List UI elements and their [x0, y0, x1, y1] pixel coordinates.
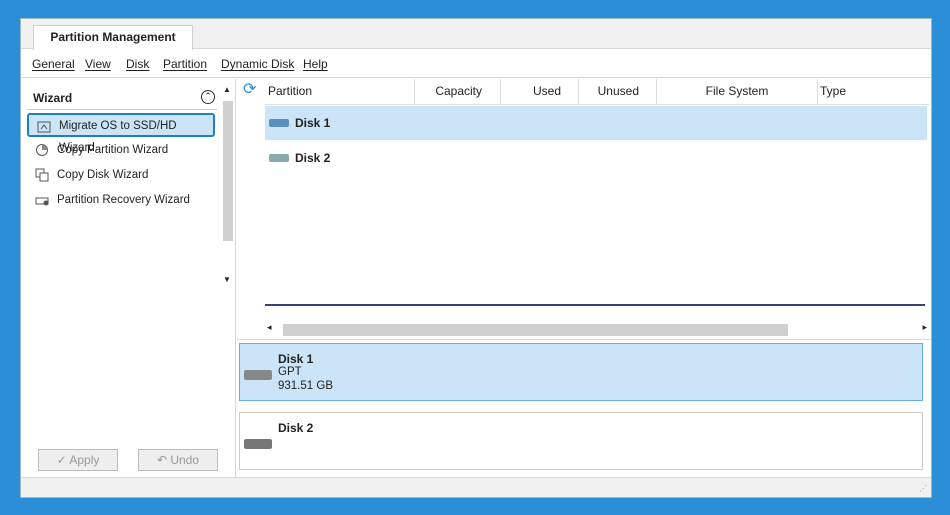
apply-label: Apply — [69, 453, 100, 467]
row-label: Disk 2 — [295, 151, 331, 165]
col-unused[interactable]: Unused — [579, 79, 657, 105]
grid-bottom-line — [265, 304, 925, 306]
recovery-icon — [35, 197, 49, 206]
menu-dynamic-disk[interactable]: Dynamic Disk — [221, 57, 294, 71]
collapse-icon[interactable]: ⌃ — [201, 90, 215, 104]
row-label: Disk 1 — [295, 116, 331, 130]
copy-disk-icon — [35, 168, 49, 182]
tab-partition-management[interactable]: Partition Management — [33, 25, 193, 50]
col-type[interactable]: Type — [818, 79, 927, 105]
sidebar-divider — [27, 109, 217, 110]
disk-map-card[interactable]: Disk 2 — [239, 412, 923, 470]
wizard-item-label: Partition Recovery Wizard — [57, 194, 190, 206]
col-used[interactable]: Used — [501, 79, 579, 105]
wizard-sidebar: Wizard ⌃ Migrate OS to SSD/HD Wizard Cop… — [21, 79, 236, 477]
horizontal-scroll-thumb[interactable] — [283, 324, 788, 336]
wizard-title: Wizard — [33, 91, 73, 105]
menu-view[interactable]: View — [85, 57, 111, 71]
disk-icon — [244, 370, 272, 380]
wizard-item-label: Copy Disk Wizard — [57, 169, 149, 181]
migrate-icon — [37, 121, 51, 133]
wizard-item-label: Copy Partition Wizard — [57, 144, 169, 156]
tab-bar: Partition Management — [21, 19, 931, 50]
table-row[interactable]: Disk 2 — [265, 141, 927, 175]
sidebar-scroll-thumb[interactable] — [223, 101, 233, 241]
menu-general[interactable]: General — [32, 57, 75, 71]
refresh-icon[interactable]: ⟳ — [243, 82, 259, 99]
undo-button[interactable]: ↶ Undo — [138, 449, 218, 471]
scroll-left-icon[interactable]: ◂ — [267, 322, 272, 333]
wizard-item-copy-disk[interactable]: Copy Disk Wizard — [27, 164, 215, 188]
wizard-item-migrate-os[interactable]: Migrate OS to SSD/HD Wizard — [27, 113, 215, 154]
partition-grid-header: Partition Capacity Used Unused File Syst… — [265, 79, 929, 105]
disk-name: Disk 1 — [278, 352, 314, 366]
app-window: Partition Management General View Disk P… — [20, 18, 932, 498]
resize-grip-icon[interactable]: ⋰ — [919, 484, 927, 493]
copy-partition-icon — [36, 144, 48, 156]
disk-size: 931.51 GB — [278, 380, 333, 392]
wizard-item-partition-recovery[interactable]: Partition Recovery Wizard — [27, 189, 215, 213]
disk-icon — [269, 119, 289, 127]
col-file-system[interactable]: File System — [657, 79, 818, 105]
col-partition[interactable]: Partition — [265, 79, 415, 105]
apply-button[interactable]: ✓ Apply — [38, 449, 118, 471]
disk-style: GPT — [278, 366, 302, 378]
menu-bar: General View Disk Partition Dynamic Disk… — [21, 50, 931, 78]
scroll-right-icon[interactable]: ▸ — [922, 322, 927, 333]
menu-disk[interactable]: Disk — [126, 57, 149, 71]
disk-icon — [269, 154, 289, 162]
usb-disk-icon — [244, 439, 272, 449]
table-row[interactable]: Disk 1 — [265, 106, 927, 140]
disk-map-card[interactable]: Disk 1 GPT 931.51 GB — [239, 343, 923, 401]
check-icon: ✓ — [56, 453, 70, 467]
undo-label: Undo — [170, 453, 200, 467]
wizard-item-copy-partition[interactable]: Copy Partition Wizard — [27, 139, 215, 163]
col-capacity[interactable]: Capacity — [415, 79, 501, 105]
scroll-up-icon[interactable]: ▲ — [223, 85, 231, 94]
menu-help[interactable]: Help — [303, 57, 328, 71]
sidebar-scrollbar[interactable]: ▲ ▼ — [221, 79, 235, 289]
disk-name: Disk 2 — [278, 421, 314, 435]
main-panel: ⟳ Partition Capacity Used Unused File Sy… — [237, 79, 931, 477]
status-bar: ⋰ — [21, 477, 931, 497]
undo-icon: ↶ — [156, 453, 171, 467]
disk-map-divider — [237, 339, 931, 340]
scroll-down-icon[interactable]: ▼ — [223, 275, 231, 284]
horizontal-scrollbar[interactable]: ◂ ▸ — [265, 322, 927, 336]
menu-partition[interactable]: Partition — [163, 57, 207, 71]
